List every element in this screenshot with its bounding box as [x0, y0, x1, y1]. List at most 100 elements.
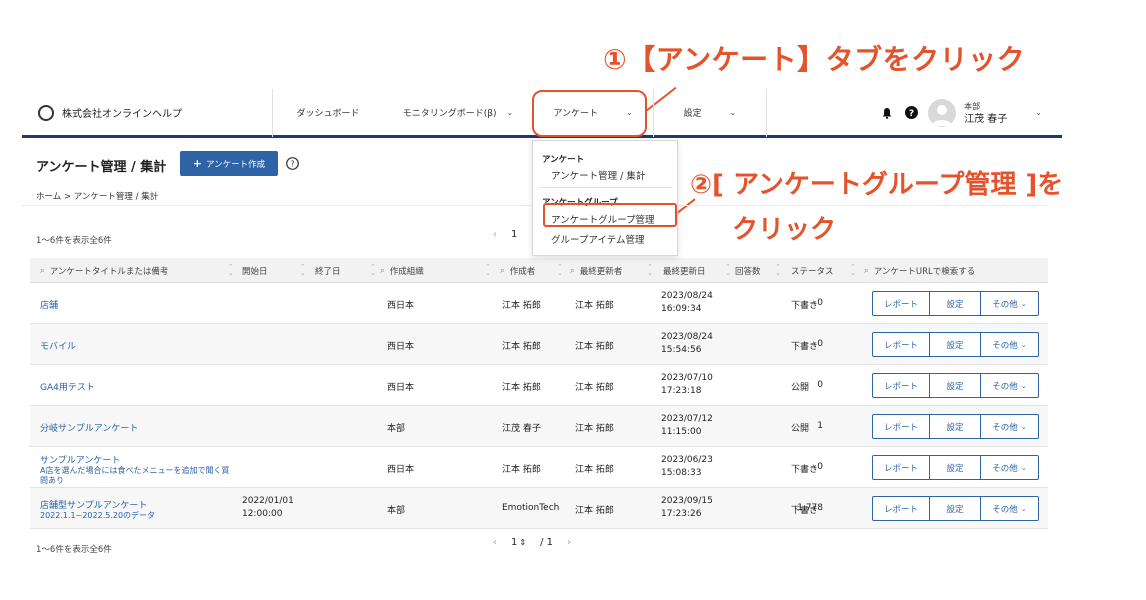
search-url-header[interactable]: ⌕ アンケートURLで検索する	[864, 258, 975, 283]
org-cell: 西日本	[387, 301, 415, 311]
report-button[interactable]: レポート	[872, 455, 930, 480]
result-count: 1～6件を表示全6件	[36, 236, 112, 246]
settings-button[interactable]: 設定	[930, 332, 981, 357]
chevron-down-icon: ⌄	[1020, 299, 1027, 308]
status-cell: 下書き	[791, 301, 819, 311]
sort-icon[interactable]: ⌃ ⌄	[300, 264, 306, 277]
settings-button[interactable]: 設定	[930, 414, 981, 439]
updated-date: 2023/07/12	[661, 414, 713, 424]
enquete-title: 店舗型サンプルアンケート	[40, 501, 148, 511]
search-updater-header[interactable]: ⌕ 最終更新者	[570, 258, 622, 283]
create-enquete-button[interactable]: + アンケート作成	[180, 151, 278, 176]
updater-cell: 江本 拓郎	[575, 465, 614, 475]
table-row: 分岐サンプルアンケート 本部 江茂 春子 江本 拓郎 2023/07/12 11:…	[30, 406, 1048, 447]
more-label: その他	[992, 504, 1018, 515]
chevron-down-icon: ⌄	[1020, 504, 1027, 513]
bell-icon[interactable]	[881, 107, 893, 119]
more-button[interactable]: その他 ⌄	[981, 414, 1039, 439]
annotation-highlight-enquete-tab	[532, 90, 647, 137]
annotation-step1: ①【アンケート】タブをクリック	[603, 43, 1026, 76]
nav-dashboard[interactable]: ダッシュボード	[273, 89, 383, 137]
more-button[interactable]: その他 ⌄	[981, 496, 1039, 521]
nav-monitoring[interactable]: モニタリングボード(β) ⌄	[383, 89, 533, 137]
more-label: その他	[992, 381, 1018, 392]
create-enquete-label: アンケート作成	[206, 159, 266, 170]
updated-time: 15:08:33	[661, 468, 702, 478]
sort-icon[interactable]: ⌃ ⌄	[647, 264, 653, 277]
settings-button[interactable]: 設定	[930, 496, 981, 521]
updated-time: 15:54:56	[661, 345, 702, 355]
pagination-bottom: ‹ 1 ⇕ / 1 ›	[493, 537, 571, 548]
enquete-title-link[interactable]: 店舗型サンプルアンケート 2022.1.1~2022.5.20のデータ	[40, 498, 230, 521]
sort-icon[interactable]: ⌃ ⌄	[557, 264, 563, 277]
breadcrumb[interactable]: ホーム > アンケート管理 / 集計	[36, 190, 158, 202]
help-icon[interactable]: ?	[905, 106, 919, 119]
search-org-header[interactable]: ⌕ 作成組織	[380, 258, 424, 283]
report-button[interactable]: レポート	[872, 496, 930, 521]
enquete-title-link[interactable]: モバイル	[40, 339, 76, 352]
next-page-icon[interactable]: ›	[567, 537, 571, 548]
stepper-icon: ⇕	[519, 538, 527, 547]
prev-page-icon[interactable]: ‹	[493, 537, 497, 548]
settings-button[interactable]: 設定	[930, 455, 981, 480]
row-actions: レポート 設定 その他 ⌄	[872, 496, 1039, 521]
report-button[interactable]: レポート	[872, 373, 930, 398]
header-start[interactable]: 開始日	[242, 258, 268, 283]
sort-icon[interactable]: ⌃ ⌄	[850, 264, 856, 277]
menu-item-enquete-manage[interactable]: アンケート管理 / 集計	[551, 168, 645, 182]
avatar[interactable]	[928, 98, 957, 127]
header-answers[interactable]: 回答数	[735, 258, 761, 283]
report-button[interactable]: レポート	[872, 291, 930, 316]
search-icon: ⌕	[380, 265, 385, 276]
header-end[interactable]: 終了日	[315, 258, 341, 283]
status-cell: 下書き	[791, 465, 819, 475]
header-updated[interactable]: 最終更新日	[663, 258, 706, 283]
nav-settings[interactable]: 設定 ⌄	[654, 89, 766, 137]
sort-icon[interactable]: ⌃ ⌄	[725, 264, 731, 277]
header-status[interactable]: ステータス	[791, 258, 834, 283]
more-button[interactable]: その他 ⌄	[981, 332, 1039, 357]
page-select-value: 1	[511, 537, 518, 548]
chevron-down-icon[interactable]: ⌄	[1035, 108, 1042, 117]
sort-icon[interactable]: ⌃ ⌄	[228, 264, 234, 277]
brand[interactable]: 株式会社オンラインヘルプ	[22, 104, 272, 121]
help-circle-icon[interactable]: ?	[286, 157, 299, 173]
search-title-header[interactable]: ⌕ アンケートタイトルまたは備考	[40, 258, 168, 283]
sort-icon[interactable]: ⌃ ⌄	[485, 264, 491, 277]
enquete-title: モバイル	[40, 342, 77, 352]
svg-text:?: ?	[909, 109, 914, 119]
dropdown-divider	[539, 187, 673, 188]
header-end-label: 終了日	[315, 266, 341, 277]
sort-icon[interactable]: ⌃ ⌄	[370, 264, 376, 277]
report-button[interactable]: レポート	[872, 332, 930, 357]
table-row: 店舗 西日本 江本 拓郎 江本 拓郎 2023/08/24 16:09:34 0 …	[30, 283, 1048, 324]
more-button[interactable]: その他 ⌄	[981, 455, 1039, 480]
enquete-title-link[interactable]: 分岐サンプルアンケート	[40, 421, 138, 434]
menu-item-group-item-manage[interactable]: グループアイテム管理	[551, 232, 644, 246]
more-button[interactable]: その他 ⌄	[981, 291, 1039, 316]
sort-icon[interactable]: ⌃ ⌄	[775, 264, 781, 277]
updated-date: 2023/07/10	[661, 373, 713, 383]
updated-cell: 2023/06/23 15:08:33	[661, 454, 713, 480]
updated-date: 2023/09/15	[661, 496, 713, 506]
more-button[interactable]: その他 ⌄	[981, 373, 1039, 398]
current-page[interactable]: 1	[511, 229, 517, 240]
report-button[interactable]: レポート	[872, 414, 930, 439]
enquete-title-link[interactable]: 店舗	[40, 298, 58, 311]
company-name: 株式会社オンラインヘルプ	[62, 109, 182, 120]
settings-button[interactable]: 設定	[930, 373, 981, 398]
search-creator-header[interactable]: ⌕ 作成者	[500, 258, 535, 283]
header-answers-label: 回答数	[735, 266, 761, 277]
more-label: その他	[992, 463, 1018, 474]
row-actions: レポート 設定 その他 ⌄	[872, 455, 1039, 480]
page-select[interactable]: 1 ⇕	[511, 537, 526, 548]
prev-page-icon[interactable]: ‹	[493, 229, 497, 240]
user-info[interactable]: 本部 江茂 春子	[964, 100, 1007, 126]
org-cell: 本部	[387, 506, 406, 516]
row-actions: レポート 設定 その他 ⌄	[872, 291, 1039, 316]
settings-button[interactable]: 設定	[930, 291, 981, 316]
search-icon: ⌕	[40, 265, 45, 276]
enquete-title-link[interactable]: GA4用テスト	[40, 380, 95, 393]
enquete-title-link[interactable]: サンプルアンケート A店を選んだ場合には食べたメニューを追加で聞く質問あり	[40, 453, 230, 486]
chevron-down-icon: ⌄	[729, 108, 737, 117]
